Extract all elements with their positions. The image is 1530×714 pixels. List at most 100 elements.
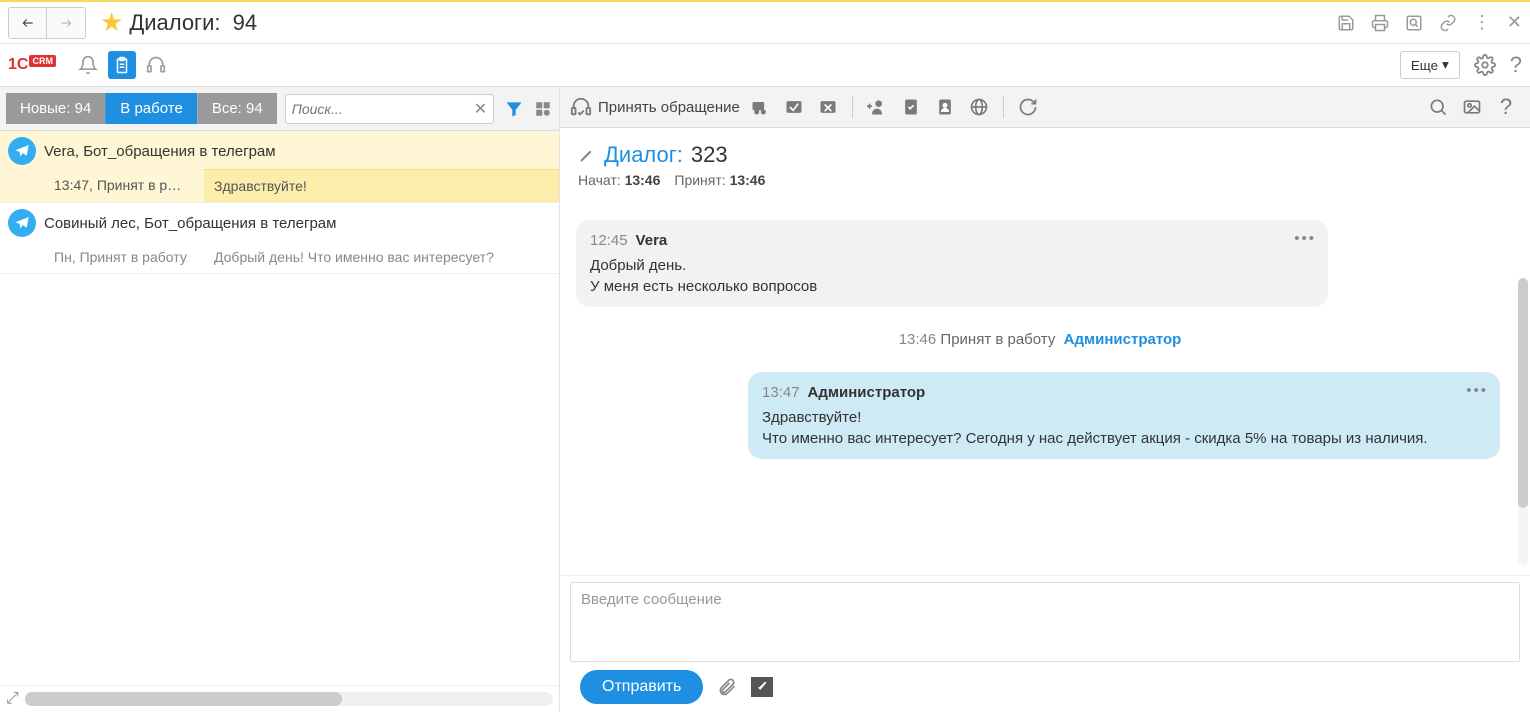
message-text: Добрый день. <box>590 255 1314 276</box>
headset-icon[interactable] <box>142 51 170 79</box>
dialog-list: Vera, Бот_обращения в телеграм 13:47, Пр… <box>0 131 559 685</box>
nav-back-button[interactable] <box>9 8 47 38</box>
headset-check-icon <box>570 96 592 118</box>
filter-icon[interactable] <box>504 99 524 119</box>
dialog-item-preview: Добрый день! Что именно вас интересует? <box>204 241 559 273</box>
system-event-user: Администратор <box>1064 331 1182 348</box>
window-actions: ⋮ ✕ <box>1337 12 1522 33</box>
mark-done-icon[interactable] <box>780 93 808 121</box>
quick-reply-icon[interactable] <box>751 677 773 697</box>
task-check-icon[interactable] <box>897 93 925 121</box>
dialog-item[interactable]: Vera, Бот_обращения в телеграм 13:47, Пр… <box>0 131 559 203</box>
page-title-count: 94 <box>233 10 257 35</box>
edit-icon[interactable] <box>578 146 596 164</box>
message-text: У меня есть несколько вопросов <box>590 276 1314 297</box>
attach-icon[interactable] <box>717 677 737 697</box>
app-toolbar: 1CCRM Еще ▾ ? <box>0 44 1530 86</box>
layout-icon[interactable] <box>534 100 552 118</box>
bell-icon[interactable] <box>74 51 102 79</box>
help-icon[interactable]: ? <box>1492 93 1520 121</box>
main-split: Новые: 94 В работе Все: 94 ✕ Vera, Бот_о… <box>0 86 1530 712</box>
dialog-timestamps: Начат: 13:46 Принят: 13:46 <box>560 172 1530 198</box>
dialog-item-meta: Пн, Принят в работу <box>54 241 204 273</box>
dialog-title-label: Диалог: <box>604 142 683 168</box>
tab-all[interactable]: Все: 94 <box>197 93 277 124</box>
chat-area: 12:45 Vera ••• Добрый день. У меня есть … <box>560 198 1530 575</box>
tab-new[interactable]: Новые: 94 <box>6 93 105 124</box>
started-label: Начат: <box>578 172 621 188</box>
close-icon[interactable]: ✕ <box>1507 12 1522 33</box>
message-time: 12:45 <box>590 230 628 251</box>
left-panel: Новые: 94 В работе Все: 94 ✕ Vera, Бот_о… <box>0 86 560 712</box>
add-person-icon[interactable] <box>863 93 891 121</box>
preview-icon[interactable] <box>1405 14 1423 32</box>
dialog-item-name: Совиный лес, Бот_обращения в телеграм <box>44 215 336 232</box>
more-button-label: Еще <box>1411 58 1438 73</box>
search-input[interactable] <box>292 101 474 117</box>
system-event-time: 13:46 <box>899 331 937 348</box>
favorite-star-icon[interactable]: ★ <box>100 7 123 38</box>
right-panel: Принять обращение ? Диалог: 323 Начат: 1… <box>560 86 1530 712</box>
dialog-item[interactable]: Совиный лес, Бот_обращения в телеграм Пн… <box>0 203 559 274</box>
print-icon[interactable] <box>1371 14 1389 32</box>
app-logo: 1CCRM <box>8 56 68 74</box>
help-icon[interactable]: ? <box>1510 52 1522 78</box>
accepted-time: 13:46 <box>730 172 766 188</box>
status-tabs: Новые: 94 В работе Все: 94 <box>6 93 277 124</box>
left-footer: ⤢ <box>0 685 559 712</box>
image-icon[interactable] <box>1458 93 1486 121</box>
message-author: Vera <box>636 230 668 251</box>
clear-search-icon[interactable]: ✕ <box>474 99 487 119</box>
dialog-item-meta: 13:47, Принят в р… <box>54 169 204 202</box>
page-title: Диалоги: 94 <box>129 10 257 36</box>
message-text: Здравствуйте! <box>762 407 1486 428</box>
started-time: 13:46 <box>625 172 661 188</box>
composer-area: Введите сообщение Отправить <box>560 575 1530 712</box>
more-vert-icon[interactable]: ⋮ <box>1473 12 1491 33</box>
accept-request-button[interactable]: Принять обращение <box>570 96 740 118</box>
clipboard-icon[interactable] <box>108 51 136 79</box>
divider <box>852 96 853 118</box>
divider <box>1003 96 1004 118</box>
expand-icon[interactable]: ⤢ <box>6 690 19 708</box>
nav-buttons <box>8 7 86 39</box>
window-titlebar: ★ Диалоги: 94 ⋮ ✕ <box>0 0 1530 44</box>
telegram-icon <box>8 209 36 237</box>
save-icon[interactable] <box>1337 14 1355 32</box>
horizontal-scrollbar[interactable] <box>25 692 553 706</box>
mark-cancel-icon[interactable] <box>814 93 842 121</box>
link-icon[interactable] <box>1439 14 1457 32</box>
dialog-number: 323 <box>691 142 728 168</box>
more-button[interactable]: Еще ▾ <box>1400 51 1460 79</box>
message-input[interactable]: Введите сообщение <box>570 582 1520 662</box>
message-menu-icon[interactable]: ••• <box>1294 228 1316 249</box>
dialog-header: Диалог: 323 <box>560 128 1530 172</box>
right-toolbar: Принять обращение ? <box>560 86 1530 128</box>
message-author: Администратор <box>808 382 926 403</box>
tab-in-progress[interactable]: В работе <box>105 93 197 124</box>
search-box[interactable]: ✕ <box>285 94 494 124</box>
telegram-icon <box>8 137 36 165</box>
message-text: Что именно вас интересует? Сегодня у нас… <box>762 428 1486 449</box>
globe-icon[interactable] <box>965 93 993 121</box>
send-button[interactable]: Отправить <box>580 670 703 704</box>
search-icon[interactable] <box>1424 93 1452 121</box>
accept-request-label: Принять обращение <box>598 99 740 116</box>
filter-bar: Новые: 94 В работе Все: 94 ✕ <box>0 86 559 131</box>
vertical-scrollbar[interactable] <box>1518 278 1528 565</box>
nav-forward-button[interactable] <box>47 8 85 38</box>
contact-icon[interactable] <box>931 93 959 121</box>
settings-icon[interactable] <box>1474 54 1496 76</box>
message-outgoing: 13:47 Администратор ••• Здравствуйте! Чт… <box>748 372 1500 459</box>
chevron-down-icon: ▾ <box>1442 57 1449 73</box>
link-chain-icon[interactable] <box>746 93 774 121</box>
refresh-icon[interactable] <box>1014 93 1042 121</box>
system-event: 13:46 Принят в работу Администратор <box>570 331 1510 348</box>
page-title-label: Диалоги: <box>129 10 220 35</box>
message-time: 13:47 <box>762 382 800 403</box>
message-menu-icon[interactable]: ••• <box>1466 380 1488 401</box>
system-event-text: Принят в работу <box>940 331 1055 348</box>
dialog-item-preview: Здравствуйте! <box>204 169 559 202</box>
accepted-label: Принят: <box>674 172 725 188</box>
message-incoming: 12:45 Vera ••• Добрый день. У меня есть … <box>576 220 1328 307</box>
